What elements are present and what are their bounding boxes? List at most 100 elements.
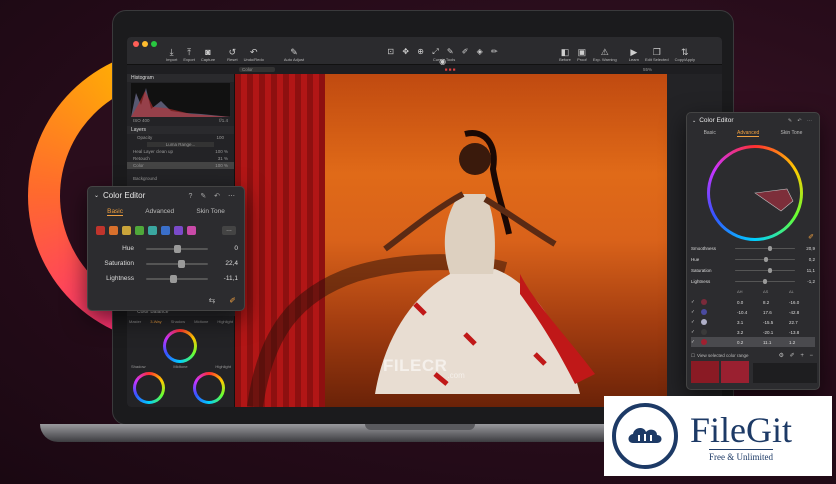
histogram-title: Histogram — [127, 74, 234, 82]
layer-row-selected[interactable]: Color 100 % — [127, 162, 234, 169]
color-dot — [701, 339, 707, 345]
tab-skin-tone[interactable]: Skin Tone — [196, 208, 224, 216]
collapse-chevron-icon[interactable]: ⌄ — [692, 118, 696, 124]
photo-viewer[interactable]: FILECR .com — [235, 74, 667, 407]
hue-slider[interactable] — [146, 244, 208, 253]
lightness-label: Lightness — [106, 275, 134, 282]
color-swatch[interactable] — [174, 226, 183, 235]
color-swatch[interactable] — [96, 226, 105, 235]
tab-basic[interactable]: Basic — [107, 208, 124, 216]
color-table-row[interactable]: ✓ 0.0 8.2 -16.0 — [691, 297, 815, 307]
check-icon[interactable]: ✓ — [691, 339, 701, 345]
camera-icon: ◙ — [205, 47, 211, 57]
eyedropper-icon[interactable]: ✐ — [808, 233, 814, 241]
layer-row[interactable]: Retouch 31 % — [127, 155, 234, 162]
zoom-level[interactable]: 55% — [643, 67, 652, 72]
tab-master[interactable]: Master — [129, 319, 141, 324]
range-action-icons[interactable]: ⚙ ✐ + − — [779, 352, 815, 359]
reset-icon: ↺ — [228, 47, 237, 57]
exposure-warning-tool[interactable]: ⚠ Exp. Warning — [593, 47, 617, 62]
color-swatch[interactable] — [122, 226, 131, 235]
checkbox-icon[interactable]: ☐ — [691, 353, 695, 359]
undo-redo-tool[interactable]: ↶ Undo/Redo — [244, 47, 264, 62]
proof-tool[interactable]: ▣ Proof — [577, 47, 587, 62]
color-table-row[interactable]: ✓ 3.1 -15.5 22.7 — [691, 317, 815, 327]
warning-icon: ⚠ — [600, 47, 609, 57]
lightness-slider[interactable] — [735, 278, 795, 284]
collapse-chevron-icon[interactable]: ⌄ — [94, 192, 99, 199]
view-range-row: ☐ View selected color range ⚙ ✐ + − — [691, 352, 815, 360]
hue-slider-thumb[interactable] — [173, 244, 181, 253]
layer-select[interactable]: Color — [239, 67, 275, 72]
close-window-button[interactable] — [133, 41, 139, 47]
opacity-value: 100 — [216, 135, 224, 140]
learn-tool[interactable]: ▶ Learn — [629, 47, 639, 62]
edit-selected-tool[interactable]: ❐ Edit Selected — [645, 47, 669, 62]
color-swatch[interactable] — [148, 226, 157, 235]
color-table-row[interactable]: ✓ -10.4 17.6 -42.8 — [691, 307, 815, 317]
check-icon[interactable]: ✓ — [691, 329, 701, 335]
color-dot — [701, 309, 707, 315]
smoothness-slider[interactable] — [735, 245, 795, 251]
opacity-label: Opacity — [137, 135, 153, 140]
saturation-slider[interactable] — [735, 267, 795, 273]
lightness-value[interactable]: -11,1 — [216, 275, 238, 282]
check-icon[interactable]: ✓ — [691, 309, 701, 315]
tab-basic[interactable]: Basic — [704, 130, 716, 137]
minimize-window-button[interactable] — [142, 41, 148, 47]
color-dot — [701, 329, 707, 335]
lightness-slider[interactable] — [146, 274, 208, 283]
lightness-row: Lightness -1,2 — [691, 278, 815, 284]
color-swatch[interactable] — [161, 226, 170, 235]
saturation-slider[interactable] — [146, 259, 208, 268]
color-swatch[interactable] — [187, 226, 196, 235]
copy-apply-tool[interactable]: ⇅ Copy/Apply — [675, 47, 695, 62]
color-readout — [753, 363, 817, 383]
tab-skin-tone[interactable]: Skin Tone — [780, 130, 802, 137]
saturation-value[interactable]: 22,4 — [216, 260, 238, 267]
layers-title: Layers — [127, 126, 234, 134]
luma-range-button[interactable]: Luma Range... — [147, 142, 214, 147]
check-icon[interactable]: ✓ — [691, 299, 701, 305]
background-layer[interactable]: Background — [127, 175, 234, 182]
swap-icon[interactable]: ⇆ — [209, 296, 216, 305]
tab-advanced[interactable]: Advanced — [145, 208, 174, 216]
layer-row[interactable]: Heal Layer clean up 100 % — [127, 148, 234, 155]
before-tool[interactable]: ◧ Before — [559, 47, 571, 62]
auto-adjust-tool[interactable]: ✎ Auto Adjust — [284, 47, 304, 62]
more-colors-button[interactable]: … — [222, 226, 236, 235]
color-swatch[interactable] — [109, 226, 118, 235]
hue-row: Hue 0,2 — [691, 256, 815, 262]
tab-advanced[interactable]: Advanced — [737, 130, 760, 137]
color-table-row[interactable]: ✓ 0.2 11.1 1.2 — [691, 337, 815, 347]
export-tool[interactable]: ⤒ Export — [183, 47, 195, 62]
hue-label: Hue — [122, 245, 134, 252]
tab-midtone[interactable]: Midtone — [194, 319, 208, 324]
color-table-row[interactable]: ✓ 3.2 -20.1 -13.8 — [691, 327, 815, 337]
clipping-indicators: ■ ■ ■ — [444, 67, 456, 72]
maximize-window-button[interactable] — [151, 41, 157, 47]
selected-color-range[interactable] — [707, 145, 803, 241]
laptop-notch — [365, 424, 475, 430]
saturation-slider-thumb[interactable] — [178, 259, 186, 268]
lightness-slider-thumb[interactable] — [169, 274, 177, 283]
cursor-tools[interactable]: ⊡ ✥ ⊕ ⤢ ✎ ✐ ◈ ✏ ◉ Cursor Tools — [384, 47, 504, 66]
tab-3-way[interactable]: 3-Way — [150, 319, 161, 324]
color-swatch[interactable] — [135, 226, 144, 235]
hue-value[interactable]: 0 — [216, 245, 238, 252]
tab-shadow[interactable]: Shadow — [171, 319, 185, 324]
check-icon[interactable]: ✓ — [691, 319, 701, 325]
panel-title: Color Editor — [699, 117, 734, 124]
color-dot — [701, 319, 707, 325]
capture-tool[interactable]: ◙ Capture — [201, 47, 215, 62]
hue-slider[interactable] — [735, 256, 795, 262]
layer-bar: Color ■ ■ ■ 55% — [127, 65, 722, 74]
eyedropper-icon[interactable]: ✐ — [229, 296, 236, 305]
tab-highlight[interactable]: Highlight — [217, 319, 233, 324]
color-table-header: ΔH ΔS ΔL — [737, 289, 794, 294]
panel-header-icons[interactable]: ? ✎ ↶ ⋯ — [189, 192, 238, 200]
reset-tool[interactable]: ↺ Reset — [227, 47, 237, 62]
histogram-graph — [131, 83, 231, 117]
import-tool[interactable]: ⤓ Import — [166, 47, 177, 62]
panel-header-icons[interactable]: ✎ ↶ ⋯ — [788, 118, 814, 124]
